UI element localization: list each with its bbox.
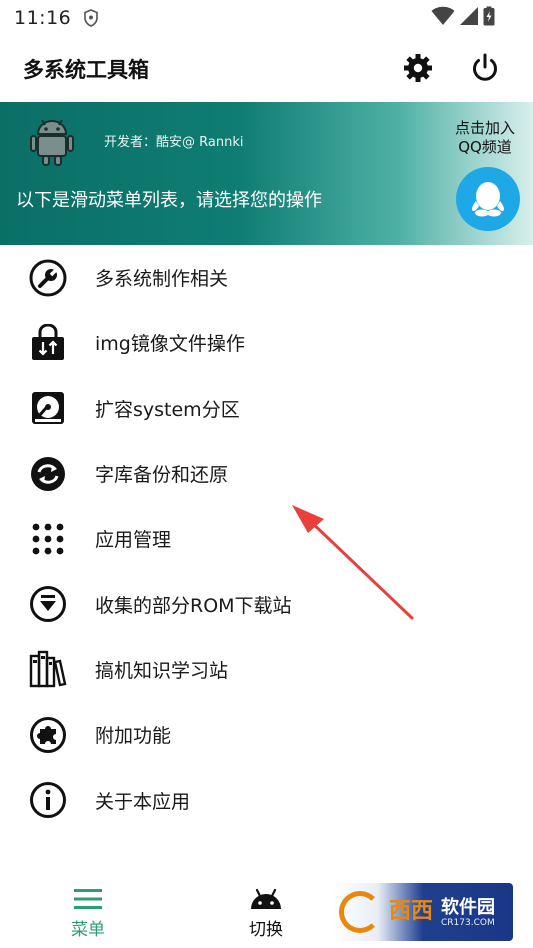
status-bar: 11:16 — [0, 0, 533, 36]
status-indicators — [431, 6, 495, 26]
menu-item-label: 扩容system分区 — [95, 398, 240, 421]
app-title: 多系统工具箱 — [23, 58, 149, 82]
battery-icon — [483, 6, 495, 26]
banner: 开发者：酷安@ Rannki 以下是滑动菜单列表，请选择您的操作 点击加入 QQ… — [0, 102, 533, 245]
qq-penguin-icon — [472, 182, 504, 217]
image-file-icon — [29, 323, 67, 362]
watermark-domain: CR173.COM — [441, 918, 495, 928]
settings-button[interactable] — [400, 50, 436, 86]
nav-tab-label: 菜单 — [71, 920, 105, 940]
menu-item-rom-download[interactable]: 收集的部分ROM下载站 — [0, 571, 533, 636]
qq-channel-button[interactable] — [456, 167, 520, 231]
developer-credit: 开发者：酷安@ Rannki — [104, 135, 244, 150]
wifi-icon — [431, 6, 455, 26]
menu-item-label: 应用管理 — [95, 529, 172, 552]
watermark-logo-icon — [339, 891, 381, 933]
app-bar: 多系统工具箱 — [0, 36, 533, 102]
info-icon — [29, 781, 67, 819]
join-qq-channel-label[interactable]: 点击加入 QQ频道 — [450, 119, 520, 157]
menu-item-expand-system[interactable]: 扩容system分区 — [0, 376, 533, 441]
books-icon — [29, 650, 67, 688]
join-label-line1: 点击加入 — [454, 119, 515, 137]
puzzle-icon — [29, 716, 67, 754]
download-icon — [29, 585, 67, 623]
menu-item-label: img镜像文件操作 — [95, 333, 245, 356]
watermark-brand: 西西 — [389, 899, 434, 924]
watermark: 西西 软件园 CR173.COM — [333, 883, 513, 941]
menu-item-app-manage[interactable]: 应用管理 — [0, 506, 533, 571]
signal-icon — [460, 7, 478, 25]
nav-tab-label: 切换 — [249, 920, 283, 940]
status-time: 11:16 — [14, 7, 72, 29]
join-label-line2: QQ频道 — [458, 138, 512, 156]
banner-message: 以下是滑动菜单列表，请选择您的操作 — [16, 190, 322, 211]
menu-item-label: 收集的部分ROM下载站 — [95, 594, 292, 617]
menu-list: 多系统制作相关 img镜像文件操作 扩容system分区 字库备份和还原 应用管… — [0, 245, 533, 833]
menu-icon — [71, 884, 105, 914]
menu-item-about[interactable]: 关于本应用 — [0, 767, 533, 832]
android-icon — [249, 884, 283, 914]
hard-disk-icon — [29, 389, 67, 427]
watermark-text: 软件园 — [441, 897, 495, 918]
shield-icon — [84, 9, 99, 27]
android-robot-icon — [30, 119, 74, 166]
menu-item-multi-system[interactable]: 多系统制作相关 — [0, 245, 533, 310]
wrench-icon — [29, 259, 67, 297]
power-icon — [473, 53, 497, 81]
menu-item-label: 搞机知识学习站 — [95, 659, 229, 682]
nav-tab-switch[interactable]: 切换 — [206, 870, 326, 948]
power-button[interactable] — [467, 50, 503, 86]
menu-item-label: 字库备份和还原 — [95, 464, 229, 487]
menu-item-label: 附加功能 — [95, 725, 172, 748]
nav-tab-menu[interactable]: 菜单 — [28, 870, 148, 948]
gear-icon — [404, 54, 432, 82]
menu-item-label: 多系统制作相关 — [95, 268, 229, 291]
apps-grid-icon — [29, 520, 67, 558]
menu-item-img-image[interactable]: img镜像文件操作 — [0, 310, 533, 375]
restore-icon — [29, 455, 67, 493]
menu-item-knowledge[interactable]: 搞机知识学习站 — [0, 637, 533, 702]
menu-item-font-backup[interactable]: 字库备份和还原 — [0, 441, 533, 506]
menu-item-extras[interactable]: 附加功能 — [0, 702, 533, 767]
menu-item-label: 关于本应用 — [95, 790, 191, 813]
